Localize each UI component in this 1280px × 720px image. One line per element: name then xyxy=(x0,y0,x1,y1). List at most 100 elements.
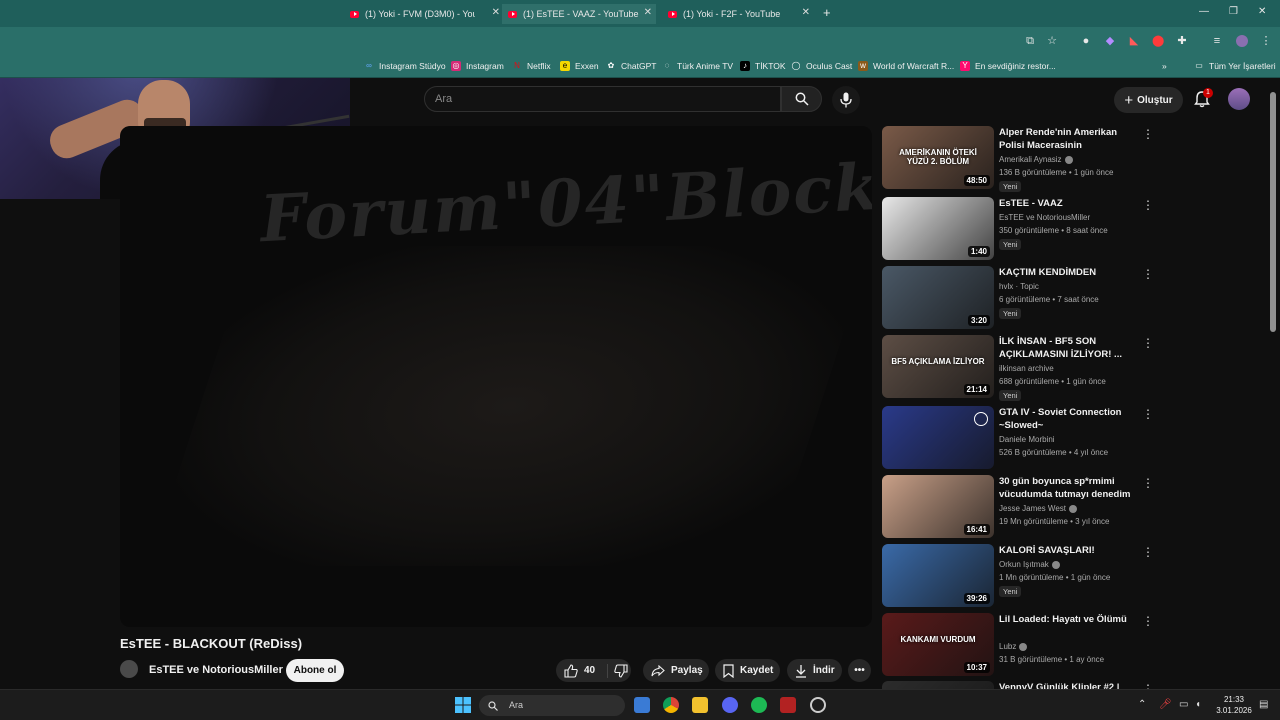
save-button[interactable]: Kaydet xyxy=(715,659,780,682)
extensions-puzzle-icon[interactable]: ✚ xyxy=(1176,35,1188,47)
recommendation-channel[interactable]: Lubz xyxy=(999,642,1028,651)
search-button[interactable] xyxy=(781,86,822,112)
all-bookmarks-folder[interactable]: ▭ Tüm Yer İşaretleri xyxy=(1194,61,1275,71)
voicemod-icon[interactable] xyxy=(780,697,796,713)
recommendation-title[interactable]: GTA IV - Soviet Connection ~Slowed~ xyxy=(999,406,1139,432)
tray-overflow-icon[interactable]: ⌃ xyxy=(1138,699,1146,710)
video-thumbnail[interactable]: AMERİKANIN ÖTEKİ YÜZÜ 2. BÖLÜM 48:50 xyxy=(882,126,994,189)
minimize-icon[interactable]: — xyxy=(1199,6,1209,17)
recommendation-channel[interactable]: Orkun Işıtmak xyxy=(999,560,1060,569)
taskbar-clock[interactable]: 21:33 3.01.2026 xyxy=(1214,694,1254,716)
more-options-icon[interactable]: ⋮ xyxy=(1142,546,1154,560)
bookmark-item[interactable]: e Exxen xyxy=(560,61,599,71)
bookmark-item[interactable]: N Netflix xyxy=(512,61,551,71)
close-window-icon[interactable]: ✕ xyxy=(1258,6,1266,17)
bookmark-item[interactable]: ◎ Instagram xyxy=(451,61,504,71)
recommendation-title[interactable]: 30 gün boyunca sp*rmimi vücudumda tutmay… xyxy=(999,475,1139,502)
more-options-icon[interactable]: ⋮ xyxy=(1142,408,1154,422)
more-actions-button[interactable]: ••• xyxy=(848,659,871,682)
bookmark-item[interactable]: Y En sevdiğiniz restor... xyxy=(960,61,1056,71)
microphone-muted-icon[interactable]: 🎤︎ xyxy=(1159,699,1172,710)
more-bookmarks-icon[interactable]: » xyxy=(1162,61,1167,71)
recommendation-item[interactable]: BF5 AÇIKLAMA İZLİYOR 21:14 İLK İNSAN - BF5… xyxy=(882,335,1172,401)
bookmark-item[interactable]: ∞ Instagram Stüdyo xyxy=(364,61,445,71)
recommendation-channel[interactable]: ilkinsan archive xyxy=(999,364,1054,373)
more-options-icon[interactable]: ⋮ xyxy=(1142,268,1154,282)
menu-dots-icon[interactable]: ⋮ xyxy=(1260,35,1272,47)
more-options-icon[interactable]: ⋮ xyxy=(1142,199,1154,213)
browser-tab[interactable]: (1) Yoki - F2F - YouTube ✕ xyxy=(662,4,812,24)
recommendation-channel[interactable]: hvlx · Topic xyxy=(999,282,1039,291)
browser-tab[interactable]: (1) EsTEE - VAAZ - YouTube ✕ xyxy=(502,4,656,24)
video-thumbnail[interactable]: BF5 AÇIKLAMA İZLİYOR 21:14 xyxy=(882,335,994,398)
channel-avatar[interactable] xyxy=(120,660,138,678)
dislike-icon[interactable] xyxy=(614,663,628,678)
recommendation-title[interactable]: EsTEE - VAAZ xyxy=(999,197,1139,210)
new-tab-button[interactable]: + xyxy=(823,5,831,20)
channel-name[interactable]: EsTEE ve NotoriousMiller xyxy=(149,664,283,676)
recommendation-title[interactable]: Lil Loaded: Hayatı ve Ölümü xyxy=(999,613,1139,626)
more-options-icon[interactable]: ⋮ xyxy=(1142,128,1154,142)
bookmark-item[interactable]: ◯ Oculus Cast xyxy=(791,61,853,71)
video-thumbnail[interactable]: 16:41 xyxy=(882,475,994,538)
volume-icon[interactable]: ◖ xyxy=(1195,699,1201,710)
recommendation-channel[interactable]: Jesse James West xyxy=(999,504,1077,513)
recommendation-item[interactable]: 16:41 30 gün boyunca sp*rmimi vücudumda t… xyxy=(882,475,1172,539)
bookmark-item[interactable]: ◌ Türk Anime TV xyxy=(662,61,733,71)
media-control-icon[interactable]: ≡ xyxy=(1211,35,1223,47)
recommendation-item[interactable]: AMERİKANIN ÖTEKİ YÜZÜ 2. BÖLÜM 48:50 Alper… xyxy=(882,126,1172,192)
recommendation-item[interactable]: KANKAMI VURDUM 10:37 Lil Loaded: Hayatı ve… xyxy=(882,613,1172,677)
bookmark-item[interactable]: ♪ TİKTOK xyxy=(740,61,786,71)
restore-icon[interactable]: ❐ xyxy=(1229,6,1238,17)
recommendation-item[interactable]: 3:20 KAÇTIM KENDİMDEN hvlx · Topic 6 görünt… xyxy=(882,266,1172,330)
page-scrollbar[interactable] xyxy=(1270,92,1276,332)
recommendation-item[interactable]: GTA IV - Soviet Connection ~Slowed~ Danie… xyxy=(882,406,1172,470)
create-button[interactable]: + Oluştur xyxy=(1114,87,1183,113)
voice-search-button[interactable] xyxy=(832,86,860,114)
file-explorer-icon[interactable] xyxy=(692,697,708,713)
recommendation-title[interactable]: İLK İNSAN - BF5 SON AÇIKLAMASINI İZLİYOR… xyxy=(999,335,1139,361)
share-button[interactable]: Paylaş xyxy=(643,659,709,682)
more-options-icon[interactable]: ⋮ xyxy=(1142,337,1154,351)
notification-center-icon[interactable]: ▤ xyxy=(1259,699,1268,710)
video-thumbnail[interactable]: 39:26 xyxy=(882,544,994,607)
recommendation-item[interactable]: 39:26 KALORİ SAVAŞLARI! Orkun Işıtmak 1 Mn … xyxy=(882,544,1172,608)
windows-start-icon[interactable] xyxy=(455,697,471,713)
video-thumbnail[interactable] xyxy=(882,406,994,469)
extension-icon[interactable]: ◆ xyxy=(1104,35,1116,47)
video-thumbnail[interactable]: 1:40 xyxy=(882,197,994,260)
video-thumbnail[interactable]: KANKAMI VURDUM 10:37 xyxy=(882,613,994,676)
extension-icon[interactable]: ⬤ xyxy=(1152,35,1164,47)
chrome-icon[interactable] xyxy=(663,697,679,713)
like-icon[interactable] xyxy=(564,663,578,678)
recommendation-title[interactable]: KALORİ SAVAŞLARI! xyxy=(999,544,1139,557)
video-player[interactable]: Forum"04"Block xyxy=(120,126,872,627)
close-icon[interactable]: ✕ xyxy=(644,7,652,18)
more-options-icon[interactable]: ⋮ xyxy=(1142,477,1154,491)
profile-avatar-icon[interactable] xyxy=(1236,35,1248,47)
bookmark-star-icon[interactable]: ☆ xyxy=(1046,35,1058,47)
browser-tab[interactable]: (1) Yoki - FVM (D3M0) - YouTube ✕ xyxy=(350,4,500,24)
steam-icon[interactable] xyxy=(810,697,826,713)
download-button[interactable]: İndir xyxy=(787,659,842,682)
recommendation-channel[interactable]: EsTEE ve NotoriousMiller xyxy=(999,213,1090,222)
network-icon[interactable]: ▭ xyxy=(1179,699,1188,710)
discord-icon[interactable] xyxy=(722,697,738,713)
bookmark-item[interactable]: w World of Warcraft R... xyxy=(858,61,954,71)
recommendation-item[interactable]: 1:40 EsTEE - VAAZ EsTEE ve NotoriousMiller… xyxy=(882,197,1172,261)
taskbar-search-input[interactable]: Ara xyxy=(479,695,625,716)
spotify-icon[interactable] xyxy=(751,697,767,713)
task-view-icon[interactable] xyxy=(634,697,650,713)
bookmark-item[interactable]: ✿ ChatGPT xyxy=(606,61,657,71)
recommendation-channel[interactable]: Daniele Morbini xyxy=(999,435,1055,444)
recommendation-title[interactable]: Alper Rende'nin Amerikan Polisi Macerasi… xyxy=(999,126,1139,153)
extension-icon[interactable]: ◣ xyxy=(1128,35,1140,47)
more-options-icon[interactable]: ⋮ xyxy=(1142,615,1154,629)
recommendation-title[interactable]: KAÇTIM KENDİMDEN xyxy=(999,266,1139,279)
extension-icon[interactable]: ● xyxy=(1080,35,1092,47)
close-icon[interactable]: ✕ xyxy=(802,7,810,18)
watch-later-icon[interactable] xyxy=(974,412,988,426)
recommendation-channel[interactable]: Amerikali Aynasiz xyxy=(999,155,1073,164)
search-input[interactable]: Ara xyxy=(424,86,781,112)
video-thumbnail[interactable]: 3:20 xyxy=(882,266,994,329)
